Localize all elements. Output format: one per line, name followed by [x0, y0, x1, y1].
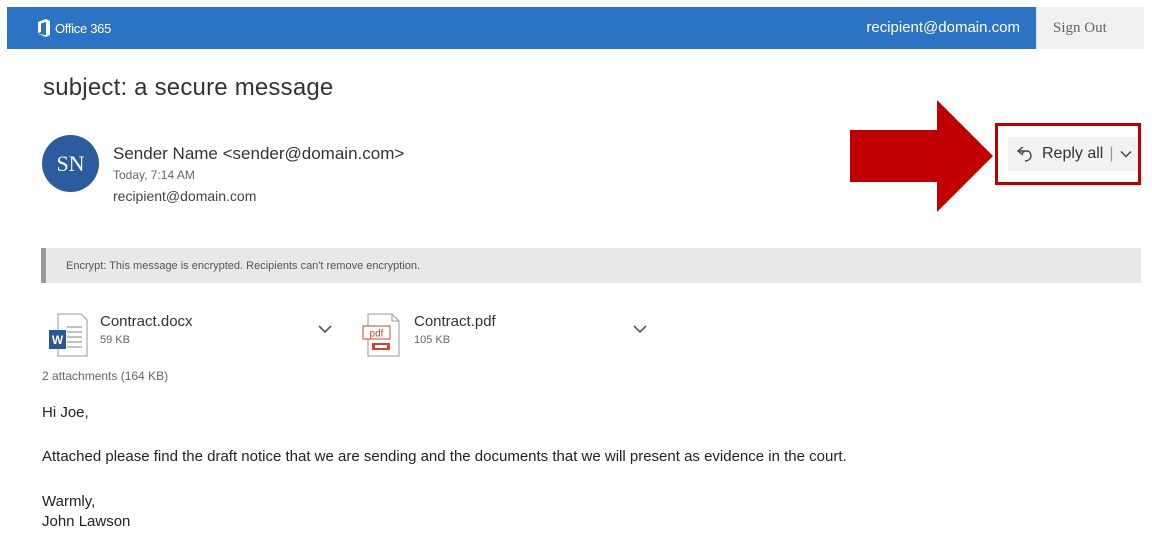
recipient-address[interactable]: recipient@domain.com — [113, 188, 256, 204]
top-bar: Office 365 recipient@domain.com Sign Out — [7, 7, 1152, 49]
word-icon: W — [49, 313, 88, 357]
message-subject: subject: a secure message — [43, 74, 334, 101]
highlight-box — [995, 123, 1141, 185]
avatar[interactable]: SN — [42, 135, 99, 192]
sender-name[interactable]: Sender Name <sender@domain.com> — [113, 144, 404, 164]
body-paragraph: Attached please find the draft notice th… — [42, 448, 847, 465]
attachment-name[interactable]: Contract.docx — [100, 313, 193, 331]
body-greeting: Hi Joe, — [42, 404, 89, 421]
attachment-size: 59 KB — [100, 334, 130, 346]
topbar-edge — [1144, 7, 1152, 49]
chevron-down-icon[interactable] — [318, 324, 332, 334]
svg-text:W: W — [52, 333, 64, 347]
attachment-item[interactable]: W Contract.docx 59 KB — [48, 313, 193, 357]
svg-text:pdf: pdf — [370, 329, 384, 340]
attachment-size: 105 KB — [414, 334, 451, 346]
office365-logo[interactable]: Office 365 — [37, 19, 111, 37]
attachment-item[interactable]: pdf Contract.pdf 105 KB — [362, 313, 496, 357]
brand-label: Office 365 — [55, 20, 112, 36]
encryption-notice: Encrypt: This message is encrypted. Reci… — [41, 248, 1141, 283]
office-logo-icon — [38, 19, 50, 37]
chevron-down-icon[interactable] — [633, 324, 647, 334]
pdf-icon: pdf — [362, 313, 400, 357]
account-email[interactable]: recipient@domain.com — [866, 19, 1020, 36]
red-arrow-annotation — [850, 100, 993, 212]
sent-timestamp: Today, 7:14 AM — [113, 168, 195, 182]
sign-out-button[interactable]: Sign Out — [1036, 7, 1152, 49]
encryption-text: Encrypt: This message is encrypted. Reci… — [66, 259, 421, 272]
body-closing: Warmly, — [42, 493, 96, 510]
body-signature: John Lawson — [42, 513, 131, 530]
attachment-name[interactable]: Contract.pdf — [414, 313, 496, 331]
attachments-summary: 2 attachments (164 KB) — [42, 369, 169, 383]
